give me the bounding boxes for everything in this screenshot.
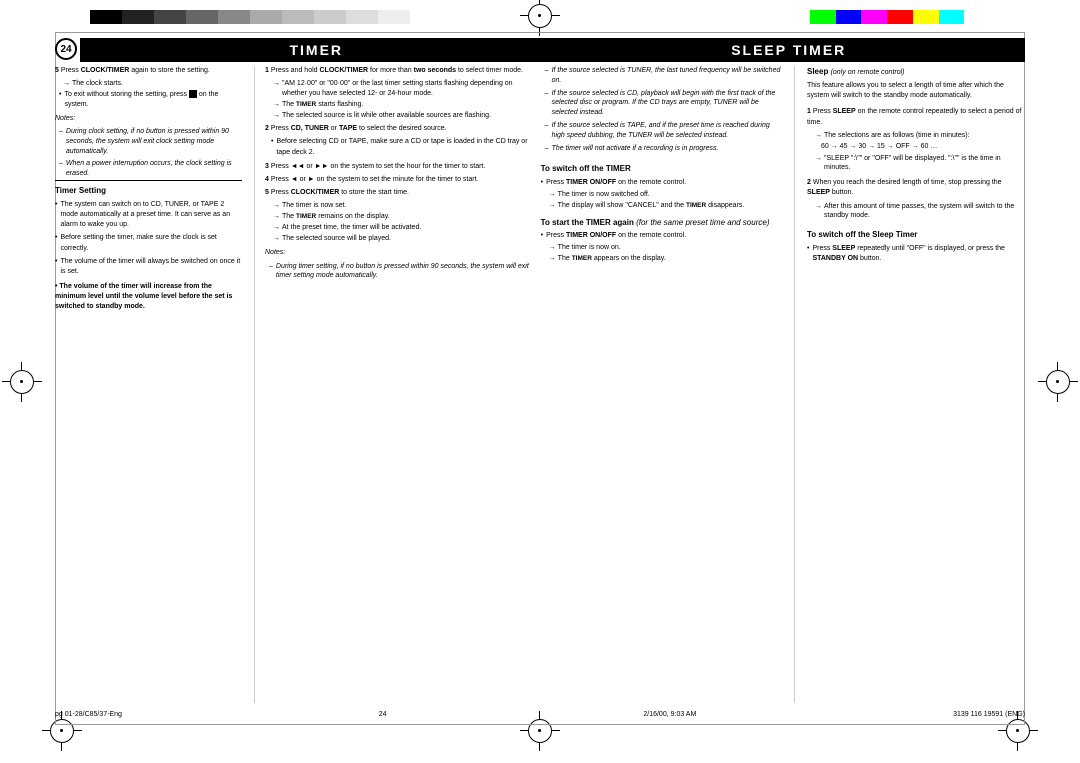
footer-center: 24	[379, 711, 387, 718]
ts-bullet-3: •The volume of the timer will always be …	[55, 257, 242, 277]
sleep-intro: This feature allows you to select a leng…	[807, 81, 1025, 101]
content-area: 5 Press CLOCK/TIMER again to store the s…	[55, 66, 1025, 703]
switch-off-arrow1: →The timer is now switched off.	[549, 190, 784, 200]
standby-on: STANDBY ON	[812, 255, 858, 262]
footer: pg 01-28/C85/37-Eng 24 2/16/00, 9:03 AM …	[55, 711, 1025, 718]
m-step2-bullet: •Before selecting CD or TAPE, make sure …	[271, 137, 533, 157]
col-left: 5 Press CLOCK/TIMER again to store the s…	[55, 66, 255, 703]
m-step5-arrow3: →At the preset time, the timer will be a…	[273, 223, 533, 233]
stop-button-icon	[189, 90, 197, 98]
m-step1-arrow1: →"AM 12·00" or "00·00" or the last timer…	[273, 79, 533, 99]
timer-setting-heading: Timer Setting	[55, 185, 242, 197]
ts-bullet-1: •The system can switch on to CD, TUNER, …	[55, 200, 242, 230]
m-step2-num: 2	[265, 125, 271, 132]
notes-heading-middle: Notes:	[265, 248, 533, 258]
m-step1-arrow3: →The selected source is lit while other …	[273, 111, 533, 121]
sleep-heading: Sleep	[807, 67, 831, 76]
r-step2-num: 2	[807, 179, 813, 186]
step5-num: 5	[55, 67, 61, 74]
right-crosshair	[1046, 370, 1070, 394]
page-number: 24	[55, 38, 77, 60]
m-step1-num: 1	[265, 67, 271, 74]
left-crosshair	[10, 370, 34, 394]
start-again-heading: To start the TIMER again (for the same p…	[541, 217, 784, 229]
top-crosshair	[528, 4, 552, 28]
page-outer: 24 TIMER SLEEP TIMER 5 Press CLOCK/TIMER…	[0, 0, 1080, 763]
m-step5-arrow2: →The TIMER remains on the display.	[273, 212, 533, 222]
mr-note-2: –If the source selected is CD, playback …	[545, 89, 784, 118]
middle-inner: 1 Press and hold CLOCK/TIMER for more th…	[265, 66, 784, 283]
m-clock-timer-1: CLOCK/TIMER	[320, 67, 369, 74]
footer-right: 3139 116 19591 (ENG)	[953, 711, 1025, 718]
footer-left: pg 01-28/C85/37-Eng	[55, 711, 122, 718]
switch-off-sleep-heading: To switch off the Sleep Timer	[807, 229, 1025, 241]
notes-heading-left: Notes:	[55, 114, 242, 124]
sleep-bold-2: SLEEP	[807, 189, 830, 196]
mr-note-3: –If the source selected is TAPE, and if …	[545, 121, 784, 141]
mr-note-1: –If the source selected is TUNER, the la…	[545, 66, 784, 86]
r-step2-arrow1: →After this amount of time passes, the s…	[815, 202, 1025, 222]
m-step3-num: 3	[265, 163, 271, 170]
switch-off-bullet: •Press TIMER ON/OFF on the remote contro…	[541, 178, 784, 188]
r-step1-arrow1: →The selections are as follows (time in …	[815, 131, 1025, 141]
step5-bullet1: •To exit without storing the setting, pr…	[59, 90, 242, 110]
start-again-bullet: •Press TIMER ON/OFF on the remote contro…	[541, 231, 784, 241]
m-step4-num: 4	[265, 176, 271, 183]
m-step1-arrow2: →The TIMER starts flashing.	[273, 100, 533, 110]
m-step5-num: 5	[265, 189, 271, 196]
mr-note-4: –The timer will not activate if a record…	[545, 144, 784, 154]
col-right: Sleep (only on remote control) This feat…	[795, 66, 1025, 703]
m-cd-tuner: CD, TUNER	[291, 125, 329, 132]
start-again-arrow2: →The TIMER appears on the display.	[549, 254, 784, 264]
r-step1-arrow2: →"SLEEP ":\"" or "OFF" will be displayed…	[815, 154, 1025, 174]
note-left-2: –When a power interruption occurs, the c…	[59, 159, 242, 179]
footer-date: 2/16/00, 9:03 AM	[643, 711, 696, 718]
clock-timer-bold-1: CLOCK/TIMER	[81, 67, 130, 74]
col-middle-left: 1 Press and hold CLOCK/TIMER for more th…	[265, 66, 533, 283]
r-step1-num: 1	[807, 108, 813, 115]
m-step5-arrow1: →The timer is now set.	[273, 201, 533, 211]
ts-bullet-2: •Before setting the timer, make sure the…	[55, 233, 242, 253]
start-again-arrow1: →The timer is now on.	[549, 243, 784, 253]
color-bar-right	[810, 10, 990, 24]
title-timer: TIMER	[80, 38, 553, 62]
col-middle: 1 Press and hold CLOCK/TIMER for more th…	[255, 66, 795, 703]
note-left-1: –During clock setting, if no button is p…	[59, 127, 242, 156]
note-middle-1: –During timer setting, if no button is p…	[269, 262, 533, 282]
sleep-bold-1: SLEEP	[833, 108, 856, 115]
switch-off-arrow2: →The display will show "CANCEL" and the …	[549, 201, 784, 211]
warning-block: • The volume of the timer will increase …	[55, 282, 242, 312]
grayscale-bar	[90, 10, 410, 24]
divider-left	[55, 180, 242, 181]
sleep-sequence: 60 → 45 → 30 → 15 → OFF → 60 …	[821, 142, 1025, 152]
switch-off-timer-heading: To switch off the TIMER	[541, 163, 784, 175]
sleep-sub: (only on remote control)	[831, 69, 905, 76]
title-sleep-timer: SLEEP TIMER	[553, 38, 1026, 62]
main-content: 24 TIMER SLEEP TIMER 5 Press CLOCK/TIMER…	[55, 38, 1025, 723]
step5-arrow1: →The clock starts.	[63, 79, 242, 89]
title-bar: TIMER SLEEP TIMER	[80, 38, 1025, 62]
col-middle-right: –If the source selected is TUNER, the la…	[541, 66, 784, 283]
m-step5-arrow4: →The selected source will be played.	[273, 234, 533, 244]
switch-off-sleep-bullet: •Press SLEEP repeatedly until "OFF" is d…	[807, 244, 1025, 264]
